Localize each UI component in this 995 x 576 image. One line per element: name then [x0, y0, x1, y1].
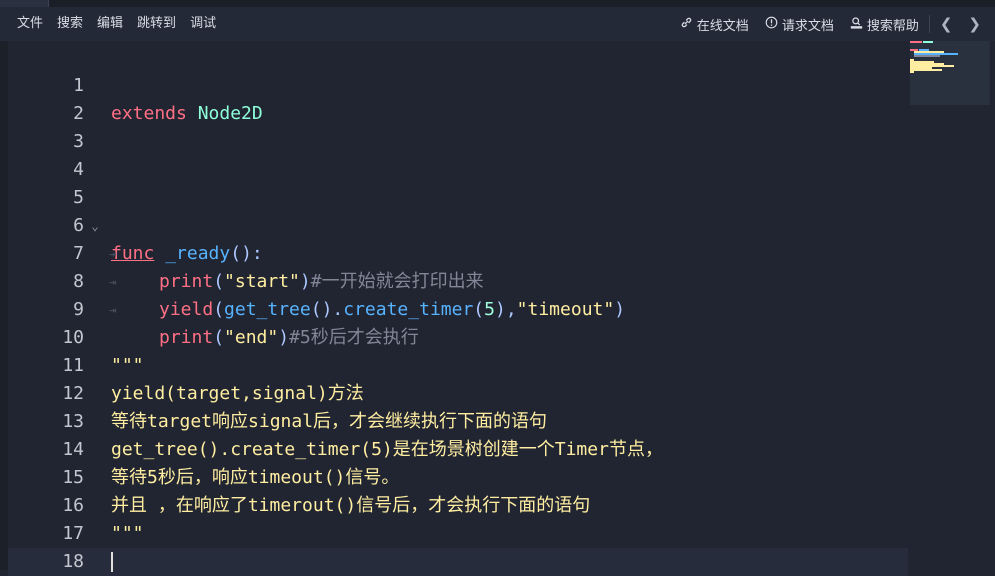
- code-line: 12 等待target响应signal后，才会继续执行下面的语句: [8, 352, 908, 432]
- minimap-line: [914, 55, 940, 57]
- menu-goto[interactable]: 跳转到: [130, 7, 183, 41]
- minimap-line: [910, 41, 922, 43]
- code-line: 18: [8, 520, 908, 570]
- code-line: 7 ⇥ yield(get_tree().create_timer(5),"ti…: [8, 212, 908, 320]
- minimap-line: [910, 71, 914, 73]
- doc-search-icon: [850, 16, 863, 33]
- online-docs-label: 在线文档: [696, 18, 749, 34]
- menu-debug[interactable]: 调试: [183, 7, 223, 41]
- code-line: 14 等待5秒后，响应timeout()信号。: [8, 408, 908, 488]
- code-line: 11 yield(target,signal)方法: [8, 324, 908, 404]
- minimap[interactable]: [910, 41, 990, 105]
- minimap-line: [923, 41, 933, 43]
- info-icon: [765, 16, 778, 33]
- minimap-line: [910, 69, 942, 71]
- menu-separator: [928, 15, 930, 33]
- editor-left-border: [0, 41, 8, 570]
- code-line: 3: [8, 100, 908, 152]
- code-line: 2: [8, 72, 908, 124]
- menu-file[interactable]: 文件: [10, 7, 50, 41]
- code-line: 10 """: [8, 296, 908, 376]
- menu-search[interactable]: 搜索: [50, 7, 90, 41]
- text-caret: [111, 552, 113, 572]
- search-help-button[interactable]: 搜索帮助: [842, 7, 927, 41]
- code-line: 15 并且 ，在响应了timerout()信号后，才会执行下面的语句: [8, 436, 908, 516]
- code-line: 9: [8, 268, 908, 320]
- chevron-right-icon[interactable]: ❯: [960, 7, 989, 41]
- request-docs-label: 请求文档: [781, 18, 834, 34]
- code-line: 19: [8, 547, 908, 570]
- online-docs-button[interactable]: 在线文档: [672, 7, 757, 41]
- request-docs-button[interactable]: 请求文档: [757, 7, 842, 41]
- code-line: 8 ⇥ print("end")#5秒后才会执行: [8, 240, 908, 348]
- menu-left-group: 文件 搜索 编辑 跳转到 调试: [0, 7, 223, 41]
- tab[interactable]: [0, 0, 49, 7]
- menu-edit[interactable]: 编辑: [90, 7, 130, 41]
- search-help-label: 搜索帮助: [866, 18, 919, 34]
- tab-strip: [0, 0, 995, 7]
- chevron-left-icon[interactable]: ❮: [932, 7, 961, 41]
- code-line: 13 get_tree().create_timer(5)是在场景树创建一个Ti…: [8, 380, 908, 460]
- link-icon: [680, 16, 693, 33]
- code-editor[interactable]: 1 extends Node2D 2 3 4 5 ⌄ func _ready()…: [0, 41, 995, 576]
- code-line: 17: [8, 492, 908, 544]
- code-line: 1 extends Node2D: [8, 44, 908, 124]
- code-area[interactable]: 1 extends Node2D 2 3 4 5 ⌄ func _ready()…: [8, 41, 908, 570]
- menu-right-group: 在线文档 请求文档 搜索帮助 ❮ ❯: [672, 7, 995, 41]
- script-menu-bar: 文件 搜索 编辑 跳转到 调试 在线文档 请求文档 搜索帮助 ❮ ❯: [0, 7, 995, 41]
- code-line: 5 ⌄ func _ready():: [8, 156, 908, 264]
- code-line: 16 """: [8, 464, 908, 544]
- code-line: 4: [8, 128, 908, 180]
- code-line: 6 ⇥ print("start")#一开始就会打印出来: [8, 184, 908, 292]
